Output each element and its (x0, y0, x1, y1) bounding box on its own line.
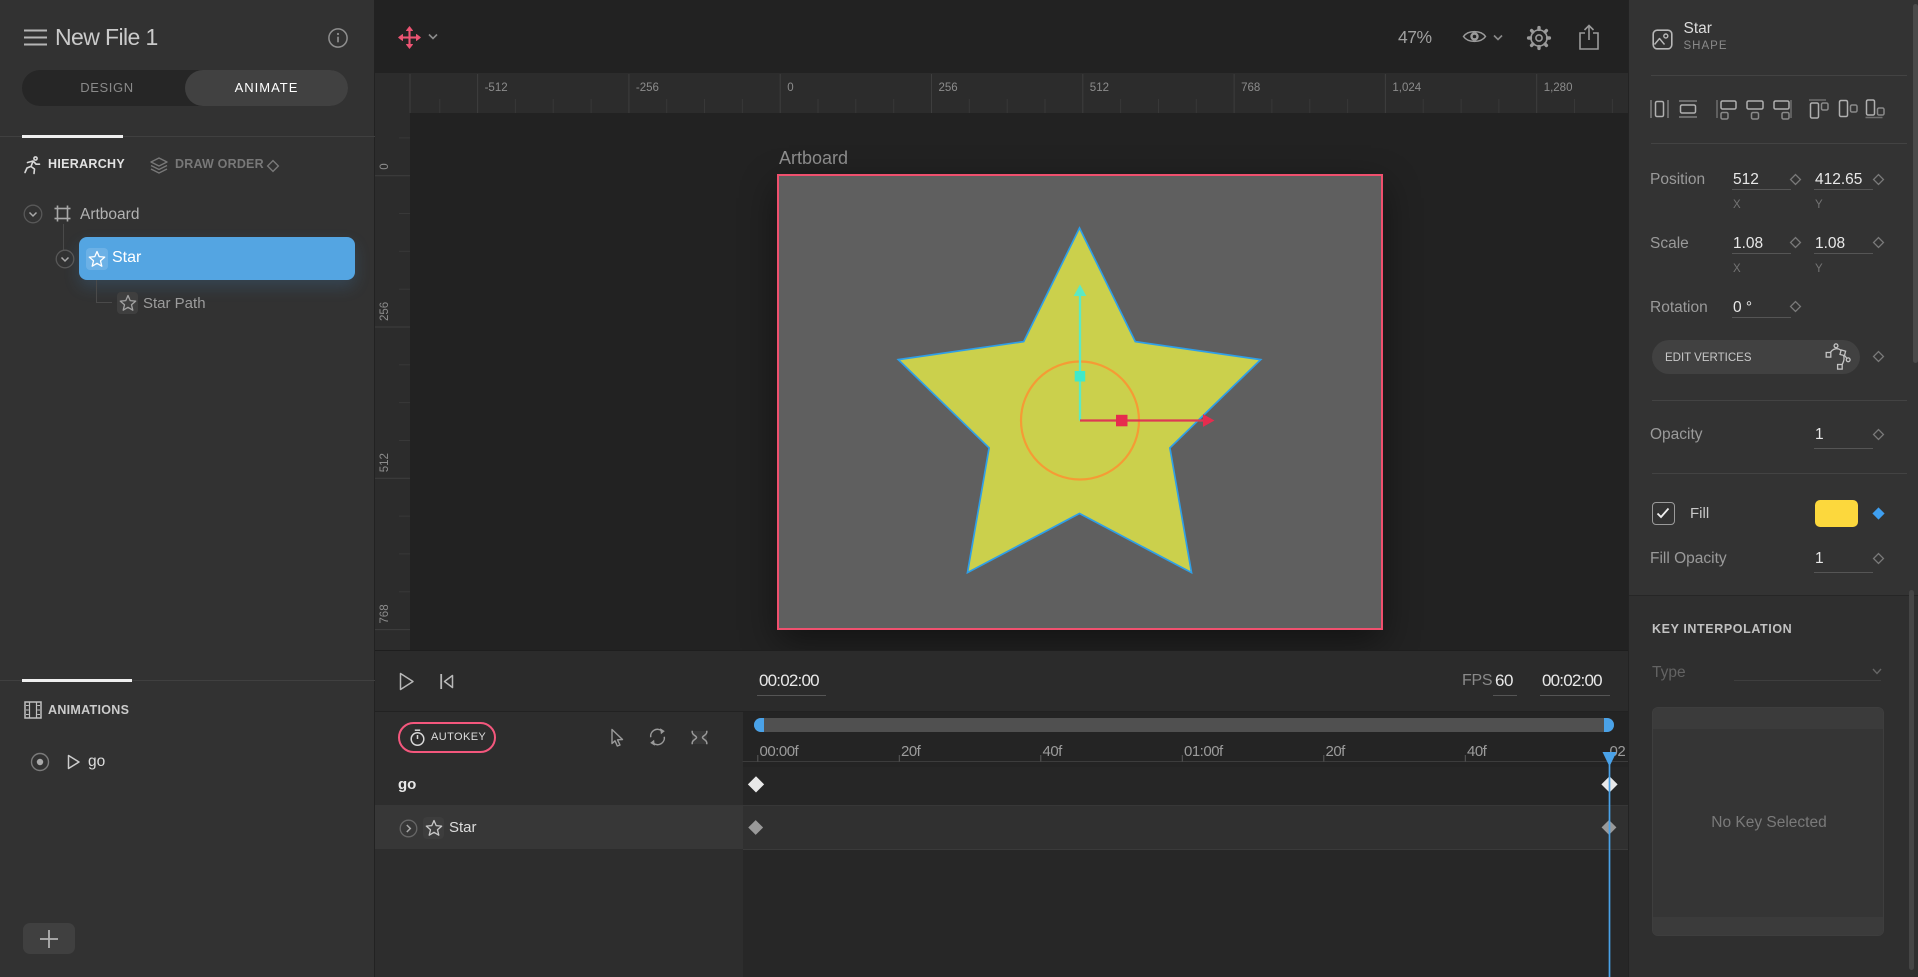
svg-text:20f: 20f (1326, 743, 1347, 760)
svg-text:-256: -256 (636, 82, 659, 94)
svg-text:768: 768 (379, 604, 391, 623)
svg-text:0: 0 (787, 82, 793, 94)
svg-text:512: 512 (1090, 82, 1109, 94)
svg-text:0: 0 (379, 163, 391, 169)
svg-text:1,024: 1,024 (1392, 82, 1421, 94)
svg-text:20f: 20f (901, 743, 922, 760)
svg-text:01:00f: 01:00f (1184, 743, 1224, 760)
svg-text:40f: 40f (1467, 743, 1488, 760)
svg-text:1,280: 1,280 (1544, 82, 1573, 94)
svg-text:512: 512 (379, 453, 391, 472)
svg-text:768: 768 (1241, 82, 1260, 94)
svg-text:256: 256 (379, 302, 391, 321)
svg-text:256: 256 (939, 82, 958, 94)
svg-text:00:00f: 00:00f (760, 743, 800, 760)
svg-text:-512: -512 (485, 82, 508, 94)
svg-text:40f: 40f (1043, 743, 1064, 760)
